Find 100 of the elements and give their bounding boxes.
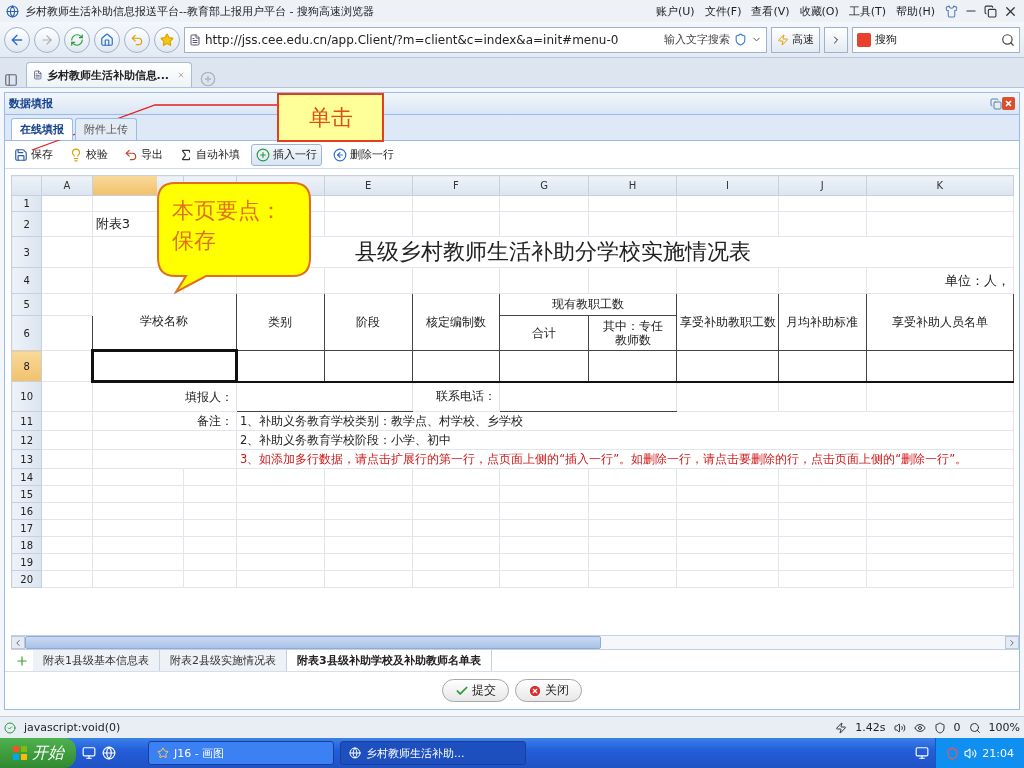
search-icon[interactable] xyxy=(1001,32,1015,47)
refresh-button[interactable] xyxy=(64,26,90,53)
row-number[interactable]: 10 xyxy=(11,381,42,412)
header-cell: 享受补助教职工数 xyxy=(676,293,779,351)
header-cell: 类别 xyxy=(236,293,325,351)
check-icon xyxy=(4,721,16,734)
sheet-tab[interactable]: 附表1县级基本信息表 xyxy=(33,650,160,671)
search-engine-icon xyxy=(857,32,871,47)
refresh-icon xyxy=(70,32,84,47)
row-number[interactable]: 12 xyxy=(11,430,42,450)
row-number[interactable]: 13 xyxy=(11,449,42,469)
home-button[interactable] xyxy=(94,26,120,53)
chevron-right-icon[interactable] xyxy=(1007,637,1017,648)
row-number[interactable]: 3 xyxy=(11,236,42,268)
taskbar-window[interactable]: 乡村教师生活补助... xyxy=(340,741,526,765)
plus-icon xyxy=(256,147,270,162)
taskbar-window[interactable]: J16 - 画图 xyxy=(148,741,334,765)
window-title: 乡村教师生活补助信息报送平台--教育部上报用户平台 - 搜狗高速浏览器 xyxy=(25,3,374,19)
eye-icon[interactable] xyxy=(913,721,926,734)
lightning-icon xyxy=(777,33,789,46)
speaker-icon[interactable] xyxy=(893,721,906,734)
phone-label: 联系电话： xyxy=(412,381,500,412)
header-cell: 月均补助标准 xyxy=(778,293,867,351)
speed-button[interactable]: 高速 xyxy=(771,26,820,53)
more-button[interactable] xyxy=(824,26,848,53)
zoom-icon[interactable] xyxy=(968,721,981,734)
undo-button[interactable] xyxy=(124,26,150,53)
menu-item[interactable]: 文件(F) xyxy=(704,3,742,19)
start-button[interactable]: 开始 xyxy=(0,738,76,768)
shield-icon[interactable] xyxy=(933,721,946,734)
browser-logo-icon xyxy=(6,4,19,18)
column-header[interactable]: H xyxy=(588,175,677,196)
row-number[interactable]: 5 xyxy=(11,293,42,316)
column-header[interactable]: E xyxy=(324,175,413,196)
header-cell: 合计 xyxy=(499,315,589,351)
sidebar-icon[interactable] xyxy=(4,73,18,87)
row-number[interactable]: 2 xyxy=(11,211,42,237)
column-header[interactable]: F xyxy=(412,175,500,196)
tab[interactable]: 在线填报 xyxy=(11,118,73,140)
row-number[interactable]: 11 xyxy=(11,411,42,431)
toolbar-button[interactable]: 删除一行 xyxy=(328,143,399,166)
browser-tab[interactable]: 乡村教师生活补助信息... xyxy=(26,62,192,87)
toolbar-button[interactable]: 插入一行 xyxy=(251,143,322,166)
column-header[interactable]: G xyxy=(499,175,589,196)
toolbar-button[interactable]: 导出 xyxy=(119,143,168,166)
horizontal-scrollbar[interactable] xyxy=(11,635,1019,649)
menu-item[interactable]: 账户(U) xyxy=(655,3,695,19)
star-icon xyxy=(157,747,169,759)
add-sheet-icon[interactable] xyxy=(15,653,29,668)
star-icon xyxy=(160,32,174,47)
shirt-icon[interactable] xyxy=(945,4,958,18)
address-field[interactable]: http://jss.cee.edu.cn/app.Client/?m=client&c=index&a=init#menu-0 输入文字搜索 xyxy=(184,26,767,53)
menu-item[interactable]: 工具(T) xyxy=(848,3,887,19)
favorite-button[interactable] xyxy=(154,26,180,53)
toolbar-button[interactable]: 保存 xyxy=(9,143,58,166)
row-number[interactable]: 4 xyxy=(11,267,42,294)
header-cell: 阶段 xyxy=(324,293,413,351)
header-cell: 核定编制数 xyxy=(412,293,500,351)
toolbar-button[interactable]: 校验 xyxy=(64,143,113,166)
menu-item[interactable]: 帮助(H) xyxy=(896,3,935,19)
column-header[interactable]: I xyxy=(676,175,779,196)
close-icon xyxy=(528,683,542,698)
back-button[interactable] xyxy=(4,26,30,53)
click-note: 单击 xyxy=(277,93,384,142)
page-icon xyxy=(189,33,201,46)
close-button[interactable]: 关闭 xyxy=(515,679,582,702)
header-cell: 学校名称 xyxy=(92,293,237,351)
new-tab-icon[interactable] xyxy=(200,71,216,87)
notes-label: 备注： xyxy=(92,411,237,431)
chevron-left-icon[interactable] xyxy=(13,637,23,648)
windows-logo-icon xyxy=(12,745,28,761)
panel-title: 数据填报 xyxy=(9,96,53,111)
home-icon xyxy=(100,32,114,47)
desktop-icon[interactable] xyxy=(82,746,96,760)
sigma-icon xyxy=(179,147,193,162)
curved-arrow-icon xyxy=(124,147,138,162)
menu-item[interactable]: 查看(V) xyxy=(751,3,790,19)
search-field[interactable]: 搜狗 xyxy=(852,26,1020,53)
callout-text: 本页要点：保存 xyxy=(172,197,283,255)
zoom-level[interactable]: 100% xyxy=(988,721,1020,734)
column-header[interactable]: J xyxy=(778,175,867,196)
lightbulb-icon xyxy=(69,147,83,162)
note-text: 3、如添加多行数据，请点击扩展行的第一行，点页面上侧的“插入一行”。如删除一行，请点击要删除的行，点击页面上侧的“删除一行”。 xyxy=(236,449,1014,469)
note-text: 2、补助义务教育学校阶段：小学、初中 xyxy=(236,430,1014,450)
forward-button[interactable] xyxy=(34,26,60,53)
menu-item[interactable]: 收藏(O) xyxy=(799,3,839,19)
column-header[interactable]: K xyxy=(866,175,1014,196)
submit-button[interactable]: 提交 xyxy=(442,679,509,702)
sheet-tab[interactable]: 附表2县级实施情况表 xyxy=(160,650,287,671)
row-number[interactable]: 8 xyxy=(11,350,42,382)
row-number[interactable]: 6 xyxy=(11,315,42,351)
globe-icon xyxy=(349,747,361,759)
column-header[interactable]: A xyxy=(41,175,93,196)
header-cell: 现有教职工数 xyxy=(499,293,677,316)
toolbar-button[interactable]: 自动补填 xyxy=(174,143,245,166)
tab[interactable]: 附件上传 xyxy=(75,118,137,140)
globe-icon[interactable] xyxy=(102,746,116,760)
restore-icon[interactable] xyxy=(984,4,997,18)
undo-icon xyxy=(130,32,144,47)
arrow-right-icon xyxy=(40,32,54,47)
